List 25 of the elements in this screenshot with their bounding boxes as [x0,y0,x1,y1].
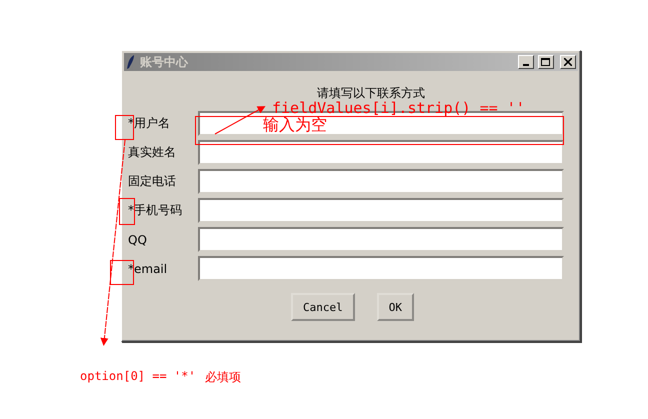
field-label: 真实姓名 [128,144,177,161]
annotation-text: option[0] == '*' [80,369,196,383]
input-field[interactable] [198,140,564,165]
minimize-button[interactable] [518,55,534,69]
close-icon [564,58,572,66]
ok-button[interactable]: OK [376,293,414,321]
close-button[interactable] [560,55,576,69]
maximize-icon [541,58,551,66]
input-field[interactable] [198,169,564,194]
marker-box [119,198,135,225]
window-title: 账号中心 [140,54,190,70]
annotation-text: 输入为空 [263,116,327,136]
annotation-text: 必填项 [205,369,241,386]
field-label: 固定电话 [128,173,177,190]
cancel-button[interactable]: Cancel [291,293,355,321]
input-field[interactable] [198,198,564,223]
feather-icon [126,55,136,69]
annotation-text: fieldValues[i].strip() == '' [272,99,525,117]
marker-box [115,115,134,140]
form-heading: 请填写以下联系方式 [317,85,425,102]
maximize-button[interactable] [538,55,554,69]
field-label: QQ [128,232,148,246]
input-field[interactable] [198,256,564,281]
field-label: *手机号码 [128,202,183,219]
input-field[interactable] [198,227,564,252]
